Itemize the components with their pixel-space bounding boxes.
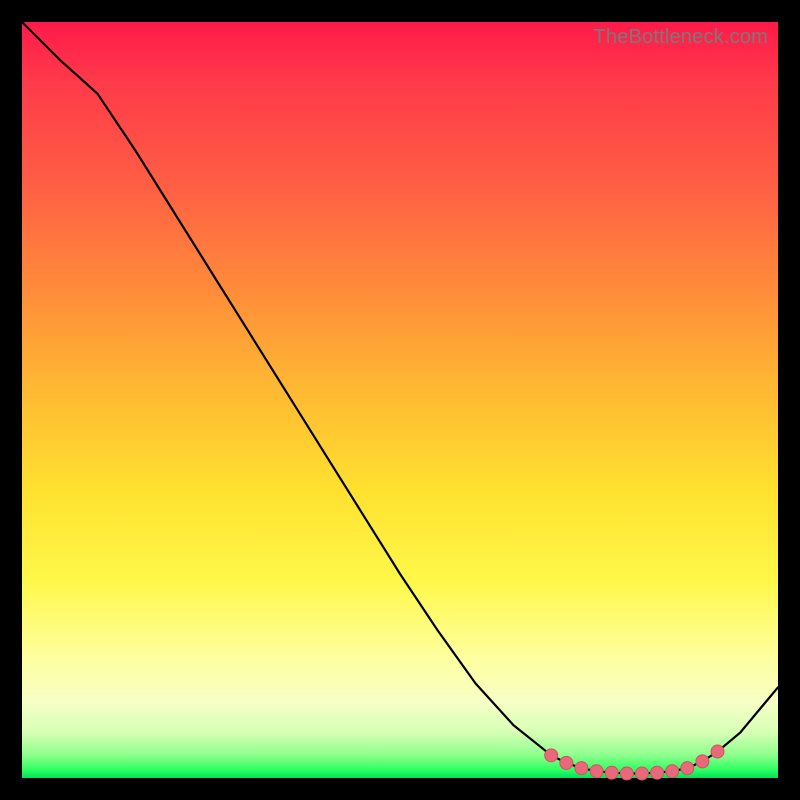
- curve-svg: [22, 22, 778, 778]
- marker-dot: [590, 765, 603, 778]
- plot-area: TheBottleneck.com: [22, 22, 778, 778]
- marker-dot: [575, 762, 588, 775]
- marker-dot: [635, 767, 648, 780]
- chart-frame: TheBottleneck.com: [0, 0, 800, 800]
- marker-dot: [696, 755, 709, 768]
- marker-dot: [666, 765, 679, 778]
- bottleneck-curve: [22, 22, 778, 773]
- marker-dot: [620, 767, 633, 780]
- marker-dot: [545, 749, 558, 762]
- marker-dot: [560, 756, 573, 769]
- marker-dot: [651, 766, 664, 779]
- marker-dot: [711, 745, 724, 758]
- marker-group: [545, 745, 724, 780]
- marker-dot: [681, 762, 694, 775]
- marker-dot: [605, 766, 618, 779]
